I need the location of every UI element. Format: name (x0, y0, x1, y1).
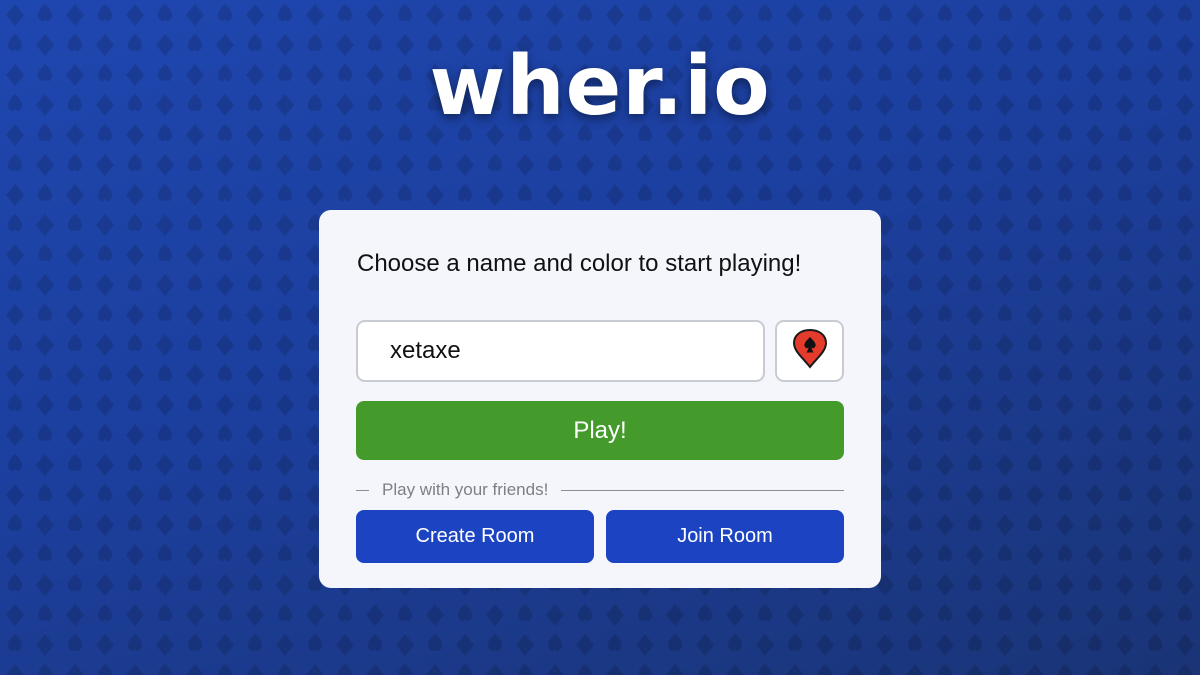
color-picker-button[interactable] (775, 320, 844, 382)
map-pin-icon (792, 328, 828, 374)
name-input[interactable] (356, 320, 765, 382)
create-room-button[interactable]: Create Room (356, 510, 594, 563)
divider-line-left (356, 489, 369, 491)
join-room-button[interactable]: Join Room (606, 510, 844, 563)
play-button[interactable]: Play! (356, 401, 844, 460)
logo: wher.io (429, 39, 771, 134)
prompt-text: Choose a name and color to start playing… (357, 250, 802, 277)
start-card: Choose a name and color to start playing… (319, 210, 881, 588)
divider-text: Play with your friends! (382, 480, 549, 499)
divider-line-right (561, 489, 844, 491)
friends-divider: Play with your friends! (356, 480, 844, 500)
